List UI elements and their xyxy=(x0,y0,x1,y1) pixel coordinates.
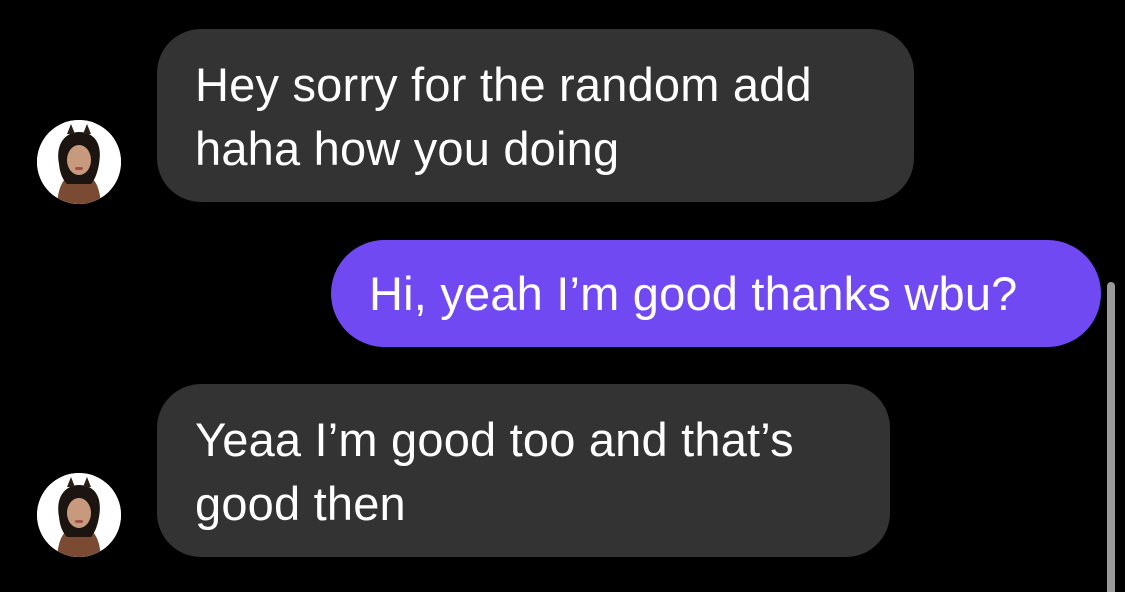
contact-avatar[interactable] xyxy=(37,120,121,204)
contact-avatar[interactable] xyxy=(37,473,121,557)
message-text: Hi, yeah I’m good thanks wbu? xyxy=(369,267,1018,320)
message-text: Yeaa I’m good too and that’s good then xyxy=(195,413,794,530)
outgoing-message-bubble[interactable]: Hi, yeah I’m good thanks wbu? xyxy=(331,240,1101,347)
incoming-message-bubble[interactable]: Yeaa I’m good too and that’s good then xyxy=(157,384,890,557)
message-text: Hey sorry for the random add haha how yo… xyxy=(195,58,812,175)
incoming-message-bubble[interactable]: Hey sorry for the random add haha how yo… xyxy=(157,29,914,202)
scrollbar[interactable] xyxy=(1107,282,1115,592)
contact-avatar-icon xyxy=(37,120,121,204)
message-thread[interactable]: Hey sorry for the random add haha how yo… xyxy=(0,0,1125,592)
contact-avatar-icon xyxy=(37,473,121,557)
